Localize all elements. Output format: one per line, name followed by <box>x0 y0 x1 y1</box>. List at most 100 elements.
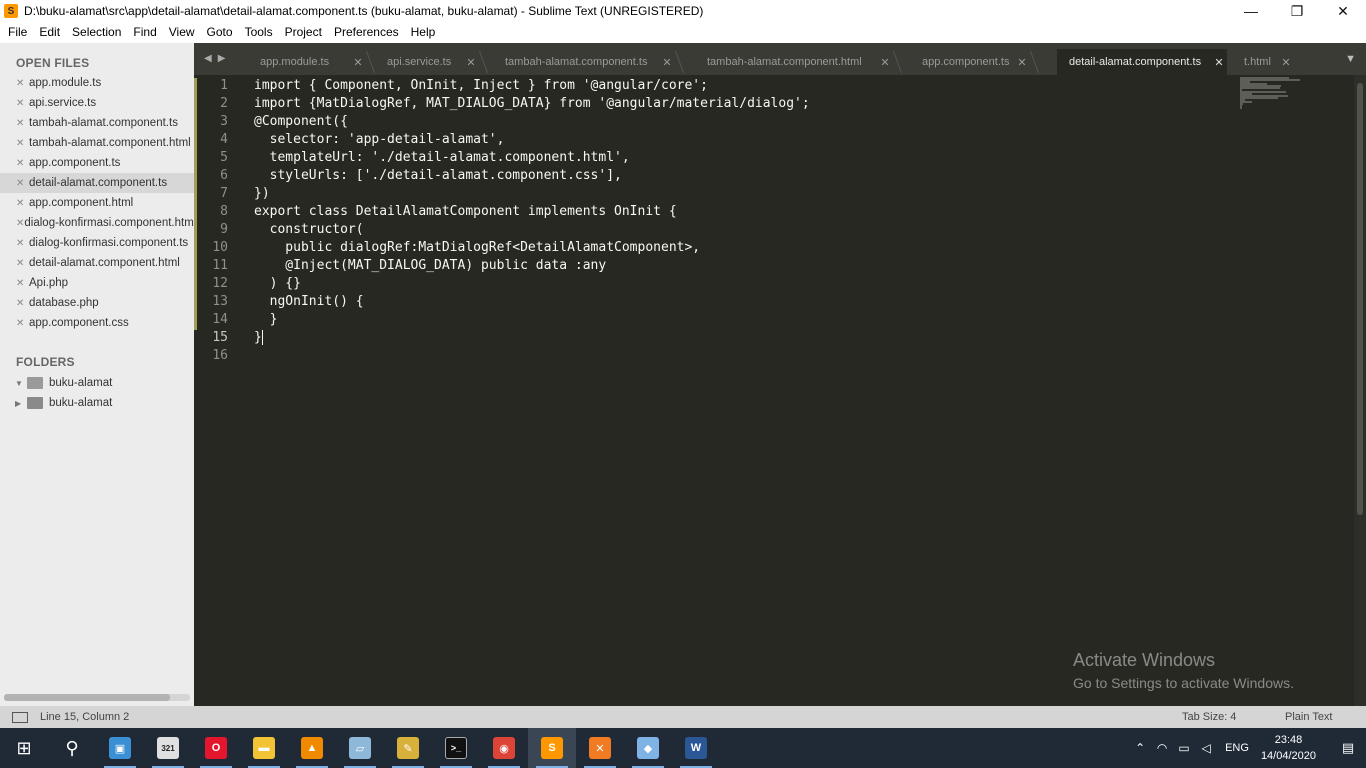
code-line[interactable]: export class DetailAlamatComponent imple… <box>254 203 810 221</box>
taskbar-app[interactable]: ▱ <box>336 728 384 768</box>
editor-scrollbar[interactable] <box>1354 75 1366 706</box>
tab-close-icon[interactable]: ✕ <box>350 56 366 69</box>
notification-icon[interactable]: ▤ <box>1330 740 1366 756</box>
sidebar-scroll-thumb[interactable] <box>4 694 170 701</box>
editor-scroll-thumb[interactable] <box>1357 83 1363 515</box>
maximize-button[interactable]: ❐ <box>1274 0 1320 22</box>
sidebar-file-item[interactable]: ✕ database.php <box>0 293 194 313</box>
clock[interactable]: 23:48 14/04/2020 <box>1261 732 1316 764</box>
close-icon[interactable]: ✕ <box>16 198 29 209</box>
menu-find[interactable]: Find <box>127 22 162 43</box>
taskbar-app[interactable]: >_ <box>432 728 480 768</box>
menu-view[interactable]: View <box>163 22 201 43</box>
tab-close-icon[interactable]: ✕ <box>659 56 675 69</box>
tab-item[interactable]: api.service.ts ✕ <box>377 49 479 75</box>
close-icon[interactable]: ✕ <box>16 98 29 109</box>
taskbar-app[interactable]: ⚲ <box>48 728 96 768</box>
tab-size-setting[interactable]: Tab Size: 4 <box>1182 711 1236 723</box>
tab-item[interactable]: app.module.ts ✕ <box>250 49 366 75</box>
sidebar-scrollbar[interactable] <box>4 694 190 701</box>
menu-preferences[interactable]: Preferences <box>328 22 405 43</box>
close-icon[interactable]: ✕ <box>16 258 29 269</box>
tab-close-icon[interactable]: ✕ <box>1211 56 1227 69</box>
sidebar-file-item[interactable]: ✕ dialog-konfirmasi.component.html <box>0 213 194 233</box>
menu-project[interactable]: Project <box>279 22 328 43</box>
sidebar-folder-item[interactable]: ▶ buku-alamat <box>0 393 194 413</box>
close-icon[interactable]: ✕ <box>16 238 29 249</box>
sidebar-file-item[interactable]: ✕ dialog-konfirmasi.component.ts <box>0 233 194 253</box>
close-icon[interactable]: ✕ <box>16 218 24 229</box>
sidebar-file-item[interactable]: ✕ tambah-alamat.component.html <box>0 133 194 153</box>
triangle-down-icon[interactable]: ▼ <box>15 379 27 388</box>
sidebar-file-item[interactable]: ✕ app.component.css <box>0 313 194 333</box>
sidebar-file-item[interactable]: ✕ app.module.ts <box>0 73 194 93</box>
code-line[interactable]: ) {} <box>254 275 810 293</box>
close-icon[interactable]: ✕ <box>16 158 29 169</box>
code-line[interactable]: styleUrls: ['./detail-alamat.component.c… <box>254 167 810 185</box>
tab-item[interactable]: app.component.ts ✕ <box>912 49 1030 75</box>
taskbar-app[interactable]: ▣ <box>96 728 144 768</box>
code-line[interactable]: constructor( <box>254 221 810 239</box>
tab-close-icon[interactable]: ✕ <box>1014 56 1030 69</box>
close-icon[interactable]: ✕ <box>16 138 29 149</box>
menu-file[interactable]: File <box>2 22 33 43</box>
taskbar-app[interactable]: ▬ <box>240 728 288 768</box>
code-line[interactable]: import {MatDialogRef, MAT_DIALOG_DATA} f… <box>254 95 810 113</box>
tab-item[interactable]: tambah-alamat.component.ts ✕ <box>495 49 675 75</box>
code-line[interactable] <box>254 347 810 365</box>
panel-toggle-icon[interactable] <box>12 711 28 723</box>
menu-tools[interactable]: Tools <box>239 22 279 43</box>
volume-icon[interactable]: ◁ <box>1195 741 1217 755</box>
sidebar-file-item[interactable]: ✕ detail-alamat.component.html <box>0 253 194 273</box>
wifi-icon[interactable]: ◠ <box>1151 741 1173 755</box>
taskbar-app[interactable]: W <box>672 728 720 768</box>
close-icon[interactable]: ✕ <box>16 118 29 129</box>
code-line[interactable]: public dialogRef:MatDialogRef<DetailAlam… <box>254 239 810 257</box>
code-line[interactable]: templateUrl: './detail-alamat.component.… <box>254 149 810 167</box>
close-icon[interactable]: ✕ <box>16 318 29 329</box>
taskbar-app[interactable]: ▲ <box>288 728 336 768</box>
sidebar-file-item[interactable]: ✕ app.component.ts <box>0 153 194 173</box>
minimap[interactable] <box>1240 77 1306 109</box>
chevron-up-icon[interactable]: ⌃ <box>1129 741 1151 755</box>
code-line[interactable]: @Inject(MAT_DIALOG_DATA) public data :an… <box>254 257 810 275</box>
syntax-setting[interactable]: Plain Text <box>1285 711 1333 723</box>
code-line[interactable]: } <box>254 311 810 329</box>
menu-help[interactable]: Help <box>405 22 442 43</box>
code-line[interactable]: }) <box>254 185 810 203</box>
code-line[interactable]: import { Component, OnInit, Inject } fro… <box>254 77 810 95</box>
taskbar-app[interactable]: S <box>528 728 576 768</box>
tab-close-icon[interactable]: ✕ <box>877 56 893 69</box>
sidebar-file-item[interactable]: ✕ api.service.ts <box>0 93 194 113</box>
sidebar-file-item[interactable]: ✕ tambah-alamat.component.ts <box>0 113 194 133</box>
tab-item[interactable]: t.html ✕ <box>1234 49 1294 75</box>
close-button[interactable]: ✕ <box>1320 0 1366 22</box>
code-line[interactable]: @Component({ <box>254 113 810 131</box>
taskbar-app[interactable]: ⊞ <box>0 728 48 768</box>
taskbar-app[interactable]: ✕ <box>576 728 624 768</box>
tab-close-icon[interactable]: ✕ <box>463 56 479 69</box>
close-icon[interactable]: ✕ <box>16 298 29 309</box>
minimize-button[interactable]: — <box>1228 0 1274 22</box>
close-icon[interactable]: ✕ <box>16 278 29 289</box>
sidebar-file-item[interactable]: ✕ app.component.html <box>0 193 194 213</box>
close-icon[interactable]: ✕ <box>16 178 29 189</box>
sidebar-file-item[interactable]: ✕ detail-alamat.component.ts <box>0 173 194 193</box>
code-area[interactable]: import { Component, OnInit, Inject } fro… <box>254 77 810 365</box>
taskbar-app[interactable]: ✎ <box>384 728 432 768</box>
code-line[interactable]: ngOnInit() { <box>254 293 810 311</box>
language-indicator[interactable]: ENG <box>1225 742 1249 754</box>
taskbar-app[interactable]: ◉ <box>480 728 528 768</box>
taskbar-app[interactable]: O <box>192 728 240 768</box>
tab-item[interactable]: detail-alamat.component.ts ✕ <box>1057 49 1227 75</box>
tab-overflow-icon[interactable]: ▼ <box>1345 53 1356 65</box>
menu-goto[interactable]: Goto <box>201 22 239 43</box>
menu-edit[interactable]: Edit <box>33 22 66 43</box>
tab-nav-arrows-icon[interactable]: ◀▶ <box>204 53 231 64</box>
code-line[interactable]: } <box>254 329 810 347</box>
sidebar-folder-item[interactable]: ▼ buku-alamat <box>0 373 194 393</box>
sidebar-file-item[interactable]: ✕ Api.php <box>0 273 194 293</box>
taskbar-app[interactable]: 321 <box>144 728 192 768</box>
close-icon[interactable]: ✕ <box>16 78 29 89</box>
taskbar-app[interactable]: ◆ <box>624 728 672 768</box>
